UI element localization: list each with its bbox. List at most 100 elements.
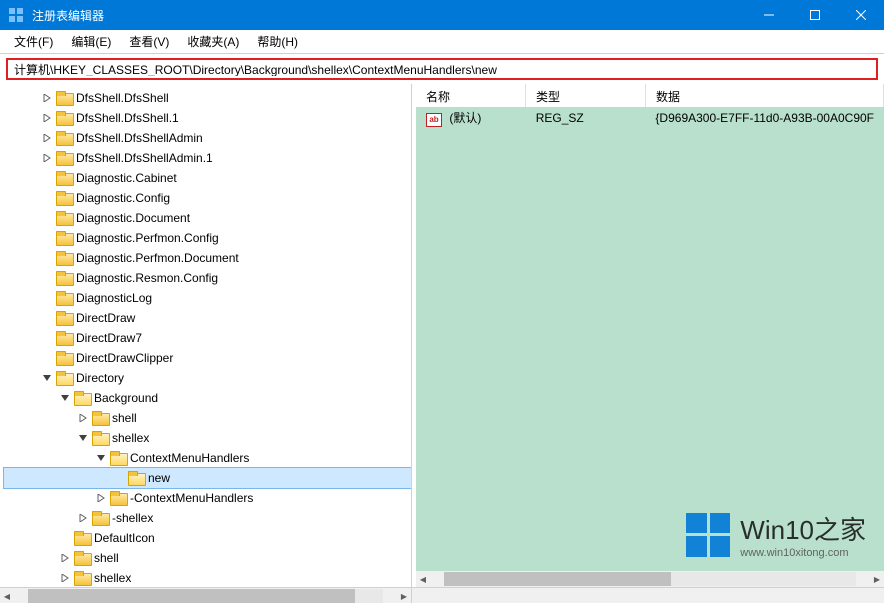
tree-node[interactable]: DirectDraw xyxy=(4,308,411,328)
tree-node-label: -ContextMenuHandlers xyxy=(130,491,253,505)
menu-help[interactable]: 帮助(H) xyxy=(249,30,306,53)
folder-icon xyxy=(56,371,72,385)
expand-icon[interactable] xyxy=(58,551,72,565)
tree-node-label: Diagnostic.Cabinet xyxy=(76,171,177,185)
scroll-thumb[interactable] xyxy=(444,572,671,586)
scroll-thumb[interactable] xyxy=(28,589,355,603)
expand-icon[interactable] xyxy=(40,91,54,105)
string-value-icon: ab xyxy=(426,113,442,127)
menu-file[interactable]: 文件(F) xyxy=(6,30,61,53)
maximize-button[interactable] xyxy=(792,0,838,30)
tree-node-label: shell xyxy=(112,411,137,425)
tree-node[interactable]: DirectDraw7 xyxy=(4,328,411,348)
tree-node[interactable]: DefaultIcon xyxy=(4,528,411,548)
tree-node[interactable]: Directory xyxy=(4,368,411,388)
tree-node[interactable]: Background xyxy=(4,388,411,408)
value-name-cell: ab (默认) xyxy=(416,107,526,129)
tree-node[interactable]: DirectDrawClipper xyxy=(4,348,411,368)
tree-node[interactable]: -shellex xyxy=(4,508,411,528)
menu-edit[interactable]: 编辑(E) xyxy=(63,30,119,53)
collapse-icon[interactable] xyxy=(94,451,108,465)
watermark: Win10之家 www.win10xitong.com xyxy=(686,510,866,559)
watermark-logo-icon xyxy=(686,513,730,557)
tree-node[interactable]: ContextMenuHandlers xyxy=(4,448,411,468)
folder-icon xyxy=(92,431,108,445)
folder-icon xyxy=(56,351,72,365)
tree-node[interactable]: Diagnostic.Resmon.Config xyxy=(4,268,411,288)
expand-icon[interactable] xyxy=(40,111,54,125)
tree-node-label: shell xyxy=(94,551,119,565)
tree-node[interactable]: Diagnostic.Config xyxy=(4,188,411,208)
address-input[interactable] xyxy=(14,62,870,76)
statusbar-left: ◀ ▶ xyxy=(0,588,412,603)
tree-node-label: -shellex xyxy=(112,511,153,525)
collapse-icon[interactable] xyxy=(76,431,90,445)
tree-node[interactable]: shellex xyxy=(4,428,411,448)
tree-node[interactable]: DfsShell.DfsShell.1 xyxy=(4,108,411,128)
expand-icon[interactable] xyxy=(94,491,108,505)
tree-node-label: Background xyxy=(94,391,158,405)
scroll-track[interactable] xyxy=(28,589,383,603)
tree-hscrollbar[interactable]: ◀ ▶ xyxy=(0,588,411,603)
titlebar: 注册表编辑器 xyxy=(0,0,884,30)
scroll-left-icon[interactable]: ◀ xyxy=(416,572,430,586)
app-icon xyxy=(8,7,24,23)
collapse-icon[interactable] xyxy=(58,391,72,405)
expand-icon[interactable] xyxy=(40,151,54,165)
expand-icon[interactable] xyxy=(58,571,72,585)
values-header: 名称 类型 数据 xyxy=(416,84,884,108)
tree-node[interactable]: DfsShell.DfsShellAdmin xyxy=(4,128,411,148)
folder-icon xyxy=(74,391,90,405)
tree-node[interactable]: shellex xyxy=(4,568,411,587)
tree-node[interactable]: Diagnostic.Perfmon.Config xyxy=(4,228,411,248)
tree-node-label: DirectDrawClipper xyxy=(76,351,173,365)
tree-node[interactable]: DiagnosticLog xyxy=(4,288,411,308)
tree-node-label: Directory xyxy=(76,371,124,385)
minimize-button[interactable] xyxy=(746,0,792,30)
folder-icon xyxy=(128,471,144,485)
tree-node-label: Diagnostic.Resmon.Config xyxy=(76,271,218,285)
folder-icon xyxy=(56,251,72,265)
col-data[interactable]: 数据 xyxy=(646,84,884,107)
scroll-left-icon[interactable]: ◀ xyxy=(0,589,14,603)
tree-node-label: DfsShell.DfsShell xyxy=(76,91,169,105)
folder-icon xyxy=(56,111,72,125)
tree-node-label: Diagnostic.Perfmon.Document xyxy=(76,251,239,265)
tree-pane[interactable]: DfsShell.DfsShell DfsShell.DfsShell.1 DfsS… xyxy=(0,84,412,587)
values-pane[interactable]: 名称 类型 数据 ab (默认) REG_SZ {D969A300-E7FF-1… xyxy=(416,84,884,587)
window-controls xyxy=(746,0,884,30)
collapse-icon[interactable] xyxy=(40,371,54,385)
list-hscrollbar[interactable]: ◀ ▶ xyxy=(416,571,884,587)
window-title: 注册表编辑器 xyxy=(32,7,746,24)
tree-node-label: shellex xyxy=(112,431,149,445)
value-row[interactable]: ab (默认) REG_SZ {D969A300-E7FF-11d0-A93B-… xyxy=(416,108,884,128)
tree-node[interactable]: shell xyxy=(4,408,411,428)
close-button[interactable] xyxy=(838,0,884,30)
tree-node[interactable]: DfsShell.DfsShell xyxy=(4,88,411,108)
content: DfsShell.DfsShell DfsShell.DfsShell.1 DfsS… xyxy=(0,84,884,587)
scroll-right-icon[interactable]: ▶ xyxy=(397,589,411,603)
expand-icon[interactable] xyxy=(40,131,54,145)
tree-node[interactable]: shell xyxy=(4,548,411,568)
tree-node-label: DfsShell.DfsShellAdmin xyxy=(76,131,203,145)
expand-icon[interactable] xyxy=(76,411,90,425)
tree-node[interactable]: -ContextMenuHandlers xyxy=(4,488,411,508)
expand-icon[interactable] xyxy=(76,511,90,525)
col-name[interactable]: 名称 xyxy=(416,84,526,107)
menu-view[interactable]: 查看(V) xyxy=(121,30,177,53)
scroll-right-icon[interactable]: ▶ xyxy=(870,572,884,586)
tree-node[interactable]: Diagnostic.Cabinet xyxy=(4,168,411,188)
folder-icon xyxy=(56,191,72,205)
folder-icon xyxy=(110,451,126,465)
scroll-track[interactable] xyxy=(444,572,856,586)
addressbar[interactable] xyxy=(6,58,878,80)
tree-node[interactable]: DfsShell.DfsShellAdmin.1 xyxy=(4,148,411,168)
tree-node[interactable]: Diagnostic.Perfmon.Document xyxy=(4,248,411,268)
col-type[interactable]: 类型 xyxy=(526,84,646,107)
values-body: ab (默认) REG_SZ {D969A300-E7FF-11d0-A93B-… xyxy=(416,108,884,128)
tree-node[interactable]: new xyxy=(4,468,411,488)
menu-favorites[interactable]: 收藏夹(A) xyxy=(179,30,247,53)
folder-icon xyxy=(110,491,126,505)
tree-node[interactable]: Diagnostic.Document xyxy=(4,208,411,228)
tree-node-label: ContextMenuHandlers xyxy=(130,451,249,465)
